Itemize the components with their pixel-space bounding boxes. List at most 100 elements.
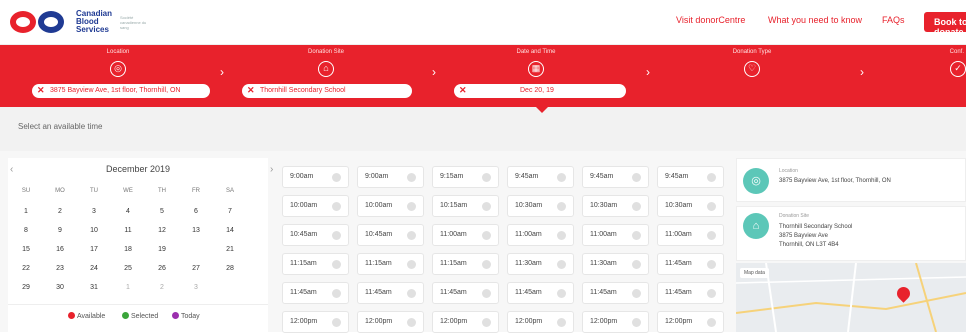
step-confirm[interactable]: Conf. ✓ bbox=[866, 45, 966, 107]
radio-icon[interactable] bbox=[332, 318, 341, 327]
time-slot[interactable]: 9:15am bbox=[432, 166, 499, 188]
calendar-day[interactable]: 17 bbox=[84, 246, 104, 253]
step-site-value[interactable]: ✕ Thornhill Secondary School bbox=[242, 84, 412, 98]
calendar-day[interactable]: 26 bbox=[152, 265, 172, 272]
radio-icon[interactable] bbox=[332, 173, 341, 182]
radio-icon[interactable] bbox=[482, 289, 491, 298]
calendar-day[interactable]: 16 bbox=[50, 246, 70, 253]
time-slot[interactable]: 10:00am bbox=[357, 195, 424, 217]
radio-icon[interactable] bbox=[482, 173, 491, 182]
calendar-day[interactable]: 19 bbox=[152, 246, 172, 253]
time-slot[interactable]: 9:45am bbox=[582, 166, 649, 188]
time-slot[interactable]: 11:45am bbox=[657, 282, 724, 304]
calendar-day[interactable]: 6 bbox=[186, 208, 206, 215]
radio-icon[interactable] bbox=[707, 260, 716, 269]
radio-icon[interactable] bbox=[557, 202, 566, 211]
time-slot[interactable]: 11:00am bbox=[507, 224, 574, 246]
radio-icon[interactable] bbox=[407, 289, 416, 298]
time-slot[interactable]: 11:30am bbox=[507, 253, 574, 275]
calendar-day[interactable]: 18 bbox=[118, 246, 138, 253]
time-slot[interactable]: 12:00pm bbox=[432, 311, 499, 333]
time-slot[interactable]: 10:45am bbox=[357, 224, 424, 246]
radio-icon[interactable] bbox=[557, 260, 566, 269]
calendar-day[interactable]: 10 bbox=[84, 227, 104, 234]
radio-icon[interactable] bbox=[332, 231, 341, 240]
time-slot[interactable]: 12:00pm bbox=[357, 311, 424, 333]
time-slot[interactable]: 11:15am bbox=[282, 253, 349, 275]
time-slot[interactable]: 10:30am bbox=[582, 195, 649, 217]
radio-icon[interactable] bbox=[632, 231, 641, 240]
time-slot[interactable]: 11:45am bbox=[582, 282, 649, 304]
time-slot[interactable]: 11:45am bbox=[507, 282, 574, 304]
radio-icon[interactable] bbox=[632, 260, 641, 269]
clear-icon[interactable]: ✕ bbox=[37, 85, 45, 96]
time-slot[interactable]: 12:00pm bbox=[507, 311, 574, 333]
time-slot[interactable]: 10:00am bbox=[282, 195, 349, 217]
radio-icon[interactable] bbox=[332, 289, 341, 298]
calendar-day[interactable]: 31 bbox=[84, 284, 104, 291]
calendar-day[interactable]: 14 bbox=[220, 227, 240, 234]
radio-icon[interactable] bbox=[332, 260, 341, 269]
radio-icon[interactable] bbox=[707, 173, 716, 182]
time-slot[interactable]: 9:00am bbox=[357, 166, 424, 188]
calendar-day[interactable]: 20 bbox=[186, 244, 206, 256]
calendar-day[interactable]: 21 bbox=[220, 246, 240, 253]
book-button[interactable]: Book to donate bbox=[924, 12, 966, 37]
time-slot[interactable]: 11:15am bbox=[432, 253, 499, 275]
radio-icon[interactable] bbox=[332, 202, 341, 211]
radio-icon[interactable] bbox=[482, 318, 491, 327]
radio-icon[interactable] bbox=[632, 318, 641, 327]
radio-icon[interactable] bbox=[407, 260, 416, 269]
step-type[interactable]: Donation Type ♡ bbox=[652, 45, 852, 107]
radio-icon[interactable] bbox=[632, 202, 641, 211]
step-datetime[interactable]: Date and Time ▦ ✕ Dec 20, 19 bbox=[436, 45, 636, 107]
radio-icon[interactable] bbox=[407, 231, 416, 240]
calendar-day[interactable]: 3 bbox=[186, 284, 206, 291]
calendar-day[interactable]: 15 bbox=[16, 246, 36, 253]
time-slot[interactable]: 10:15am bbox=[432, 195, 499, 217]
time-slot[interactable]: 10:30am bbox=[507, 195, 574, 217]
clear-icon[interactable]: ✕ bbox=[247, 85, 255, 96]
time-slot[interactable]: 11:30am bbox=[582, 253, 649, 275]
time-slot[interactable]: 12:00pm bbox=[657, 311, 724, 333]
calendar-day[interactable]: 5 bbox=[152, 208, 172, 215]
calendar-day[interactable]: 24 bbox=[84, 265, 104, 272]
calendar-day[interactable]: 23 bbox=[50, 265, 70, 272]
time-slot[interactable]: 11:45am bbox=[282, 282, 349, 304]
time-slot[interactable]: 11:00am bbox=[432, 224, 499, 246]
time-slot[interactable]: 9:45am bbox=[507, 166, 574, 188]
radio-icon[interactable] bbox=[407, 202, 416, 211]
calendar-day[interactable]: 1 bbox=[16, 208, 36, 215]
radio-icon[interactable] bbox=[557, 231, 566, 240]
nav-link-need-to-know[interactable]: What you need to know bbox=[768, 15, 862, 25]
calendar-day[interactable]: 1 bbox=[118, 284, 138, 291]
time-slot[interactable]: 12:00pm bbox=[582, 311, 649, 333]
calendar-day[interactable]: 12 bbox=[152, 227, 172, 234]
step-location-value[interactable]: ✕ 3875 Bayview Ave, 1st floor, Thornhill… bbox=[32, 84, 210, 98]
calendar-day[interactable]: 30 bbox=[50, 284, 70, 291]
radio-icon[interactable] bbox=[707, 289, 716, 298]
time-slot[interactable]: 10:45am bbox=[282, 224, 349, 246]
step-datetime-value[interactable]: ✕ Dec 20, 19 bbox=[454, 84, 626, 98]
calendar-day[interactable]: 8 bbox=[16, 227, 36, 234]
location-map[interactable]: Map data bbox=[736, 263, 966, 332]
radio-icon[interactable] bbox=[632, 289, 641, 298]
calendar-day[interactable]: 9 bbox=[50, 227, 70, 234]
radio-icon[interactable] bbox=[707, 202, 716, 211]
calendar-day[interactable]: 7 bbox=[220, 208, 240, 215]
radio-icon[interactable] bbox=[707, 318, 716, 327]
radio-icon[interactable] bbox=[407, 318, 416, 327]
radio-icon[interactable] bbox=[632, 173, 641, 182]
step-site[interactable]: Donation Site ⌂ ✕ Thornhill Secondary Sc… bbox=[226, 45, 426, 107]
calendar-day[interactable]: 22 bbox=[16, 265, 36, 272]
calendar-day[interactable]: 4 bbox=[118, 208, 138, 215]
time-slot[interactable]: 11:45am bbox=[432, 282, 499, 304]
time-slot[interactable]: 11:00am bbox=[657, 224, 724, 246]
time-slot[interactable]: 11:15am bbox=[357, 253, 424, 275]
time-slot[interactable]: 11:00am bbox=[582, 224, 649, 246]
calendar-day[interactable]: 25 bbox=[118, 265, 138, 272]
nav-link-faqs[interactable]: FAQs bbox=[882, 15, 905, 25]
radio-icon[interactable] bbox=[482, 231, 491, 240]
step-location[interactable]: Location ◎ ✕ 3875 Bayview Ave, 1st floor… bbox=[18, 45, 218, 107]
radio-icon[interactable] bbox=[482, 202, 491, 211]
